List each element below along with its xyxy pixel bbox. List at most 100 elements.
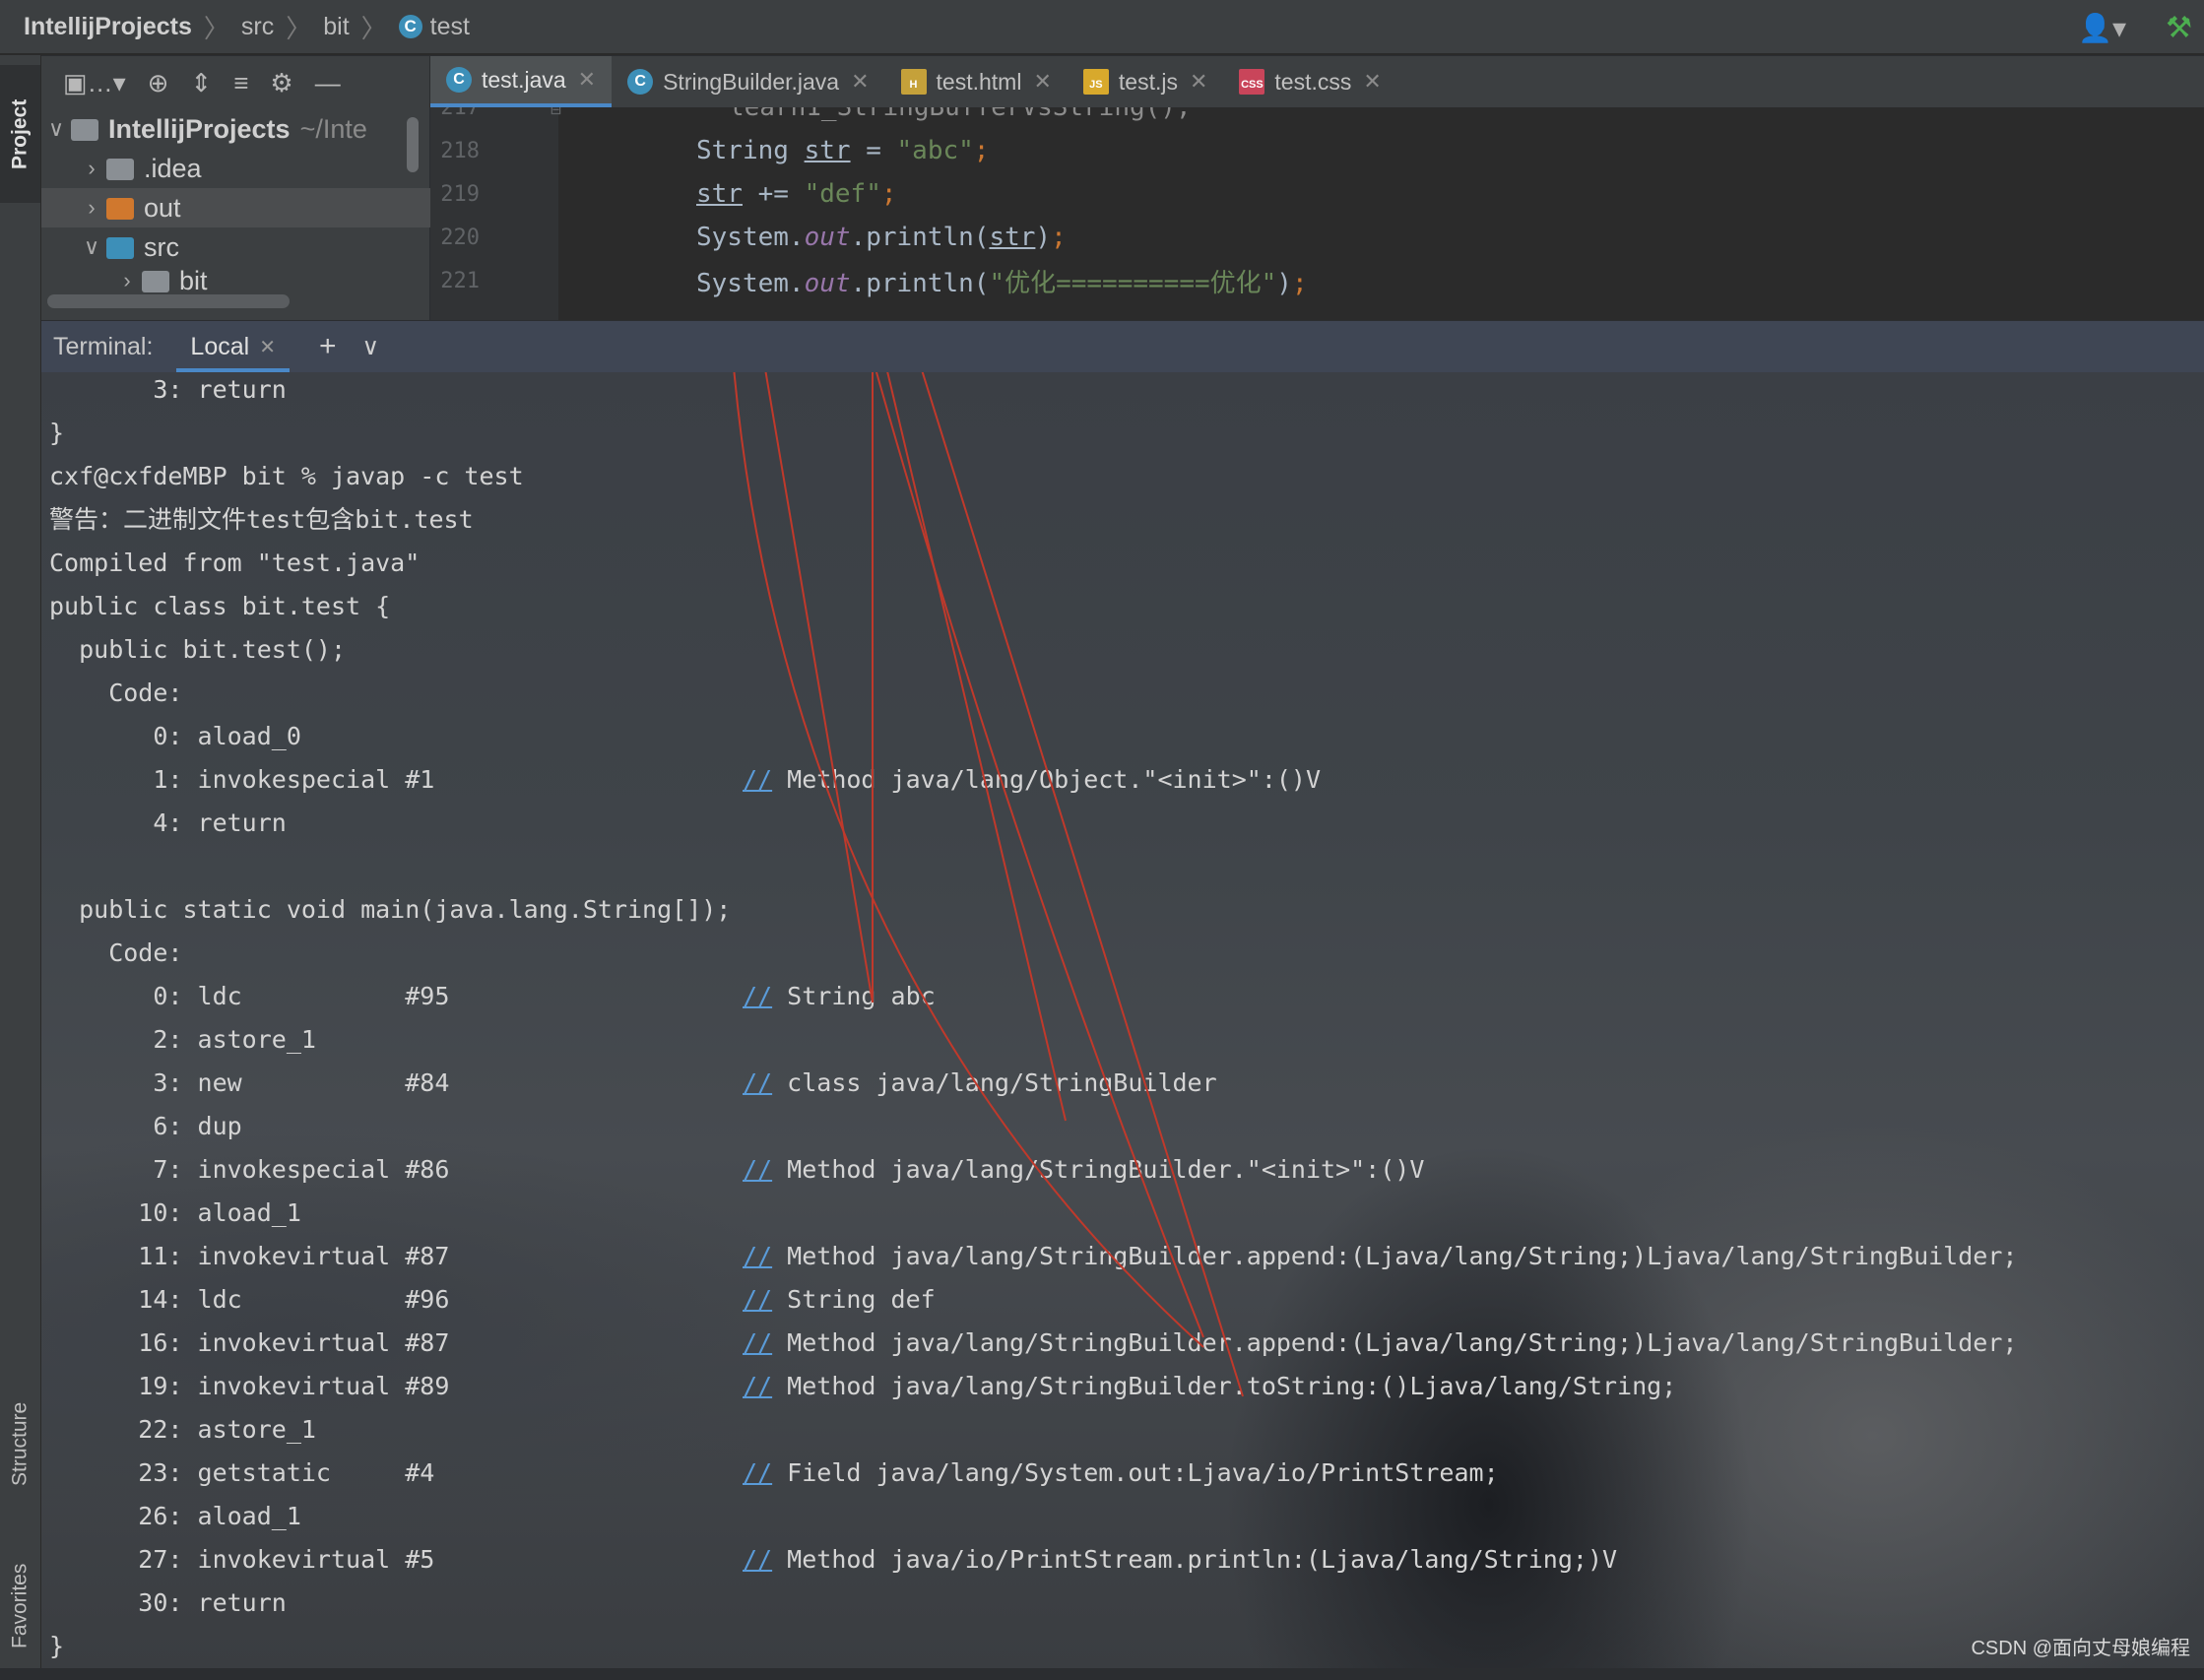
add-terminal-icon[interactable]: + — [319, 330, 337, 363]
terminal-line: 2: astore_1 — [49, 1025, 316, 1054]
close-icon[interactable]: ✕ — [851, 69, 869, 95]
close-icon[interactable]: ✕ — [1363, 69, 1381, 95]
tree-item-idea[interactable]: › .idea — [41, 149, 429, 188]
close-icon[interactable]: ✕ — [1190, 69, 1207, 95]
terminal-line: 11: invokevirtual #87 — [49, 1242, 450, 1270]
tree-item-out[interactable]: › out — [41, 188, 435, 227]
chevron-right-icon[interactable]: › — [112, 268, 142, 293]
bytecode-comment: // Method java/lang/StringBuilder."<init… — [743, 1148, 1424, 1192]
horizontal-scrollbar[interactable] — [47, 294, 290, 308]
tab-label: test.html — [936, 68, 1022, 95]
tab-test-java[interactable]: C test.java ✕ — [430, 56, 613, 107]
line-number: 217 — [440, 107, 480, 120]
bytecode-comment: // Method java/io/PrintStream.println:(L… — [743, 1538, 1617, 1582]
close-icon[interactable]: ✕ — [259, 335, 276, 359]
code-editor[interactable]: ⊟ 217 learn1_StringBufferVsString(); 218… — [430, 107, 2204, 320]
comment-text: Method java/lang/StringBuilder.append:(L… — [787, 1328, 2018, 1357]
chevron-down-icon[interactable]: ∨ — [361, 333, 379, 361]
tab-stringbuilder-java[interactable]: C StringBuilder.java ✕ — [612, 56, 884, 107]
breadcrumb-src[interactable]: src — [241, 13, 274, 41]
project-tool-tab[interactable]: Project — [0, 65, 40, 203]
tab-test-css[interactable]: CSS test.css ✕ — [1223, 56, 1396, 107]
chevron-right-icon[interactable]: › — [77, 156, 106, 181]
breadcrumb-separator: 〉 — [203, 13, 229, 43]
terminal-tab-label: Local — [190, 332, 250, 360]
java-class-icon: C — [446, 67, 472, 93]
close-icon[interactable]: ✕ — [1033, 69, 1051, 95]
hide-icon[interactable]: — — [315, 68, 341, 98]
terminal-line: 6: dup — [49, 1112, 242, 1140]
code-line: 217 learn1_StringBufferVsString(); — [430, 107, 2204, 129]
folder-icon — [106, 237, 134, 259]
favorites-tool-tab[interactable]: Favorites — [0, 1532, 40, 1680]
comment-slash: // — [743, 982, 773, 1010]
bytecode-comment: // Method java/lang/StringBuilder.append… — [743, 1322, 2017, 1365]
tree-item-bit[interactable]: › bit — [41, 267, 429, 294]
comment-text: Method java/io/PrintStream.println:(Ljav… — [787, 1545, 1618, 1574]
tab-test-js[interactable]: JS test.js ✕ — [1068, 56, 1224, 107]
terminal-line: } — [49, 1632, 65, 1660]
expand-all-icon[interactable]: ⇕ — [190, 68, 212, 98]
terminal-line: 警告：二进制文件test包含bit.test — [49, 505, 474, 534]
vertical-scrollbar[interactable] — [407, 117, 419, 172]
css-file-icon: CSS — [1239, 69, 1265, 95]
terminal-line: 0: ldc #95 — [49, 982, 450, 1010]
terminal-line: } — [49, 419, 65, 447]
tree-item-src[interactable]: ∨ src — [41, 227, 429, 267]
nav-right-actions: 👤▾ ⚒ — [2078, 0, 2204, 55]
comment-text: Method java/lang/StringBuilder.toString:… — [787, 1372, 1677, 1400]
breadcrumb-bit[interactable]: bit — [323, 13, 349, 41]
comment-text: String abc — [787, 982, 936, 1010]
comment-text: class java/lang/StringBuilder — [787, 1068, 1217, 1097]
gear-icon[interactable]: ⚙ — [270, 68, 292, 98]
comment-text: Field java/lang/System.out:Ljava/io/Prin… — [787, 1458, 1499, 1487]
line-number: 221 — [440, 268, 480, 293]
comment-slash: // — [743, 1242, 773, 1270]
close-icon[interactable]: ✕ — [578, 67, 596, 93]
terminal-line: Code: — [49, 938, 183, 967]
folder-icon — [106, 198, 134, 220]
breadcrumb-separator: 〉 — [286, 13, 312, 43]
chevron-down-icon[interactable]: ∨ — [41, 116, 71, 142]
terminal-output[interactable]: 3: return} cxf@cxfdeMBP bit % javap -c te… — [41, 372, 2204, 1668]
chevron-right-icon[interactable]: › — [77, 195, 106, 221]
breadcrumb-separator: 〉 — [360, 13, 387, 43]
terminal-tab-local[interactable]: Local ✕ — [176, 321, 290, 372]
build-hammer-icon[interactable]: ⚒ — [2166, 11, 2192, 45]
breadcrumb-project[interactable]: IntellijProjects — [24, 13, 192, 41]
terminal-title: Terminal: — [53, 332, 154, 360]
bytecode-comment: // class java/lang/StringBuilder — [743, 1062, 1217, 1105]
tree-item-label: .idea — [144, 153, 202, 183]
locate-icon[interactable]: ⊕ — [148, 68, 169, 98]
line-number: 219 — [440, 181, 480, 207]
view-mode-icon[interactable]: ▣…▾ — [63, 68, 126, 98]
user-account-icon[interactable]: 👤▾ — [2078, 12, 2126, 44]
annotation-line-abc — [764, 372, 874, 1003]
tab-label: test.js — [1118, 68, 1178, 95]
editor-tabs: C test.java ✕ C StringBuilder.java ✕ H t… — [430, 56, 2204, 107]
collapse-all-icon[interactable]: ≡ — [233, 68, 248, 98]
folder-icon — [71, 119, 98, 141]
tab-test-html[interactable]: H test.html ✕ — [885, 56, 1068, 107]
comment-text: Method java/lang/StringBuilder.append:(L… — [787, 1242, 2018, 1270]
terminal-line: public bit.test(); — [49, 635, 347, 664]
comment-text: String def — [787, 1285, 936, 1314]
breadcrumb-test[interactable]: C test — [398, 13, 470, 41]
terminal-line: 1: invokespecial #1 — [49, 765, 435, 794]
bytecode-comment: // String abc — [743, 975, 936, 1018]
comment-slash: // — [743, 1155, 773, 1184]
tab-label: StringBuilder.java — [663, 68, 840, 95]
tree-root[interactable]: ∨ IntellijProjects ~/Inte — [41, 109, 429, 149]
chevron-down-icon[interactable]: ∨ — [77, 234, 106, 260]
html-file-icon: H — [900, 69, 927, 95]
terminal-line: public static void main(java.lang.String… — [49, 895, 732, 924]
terminal-line: 26: aload_1 — [49, 1502, 301, 1530]
terminal-line: 19: invokevirtual #89 — [49, 1372, 450, 1400]
structure-tool-tab[interactable]: Structure — [0, 1355, 40, 1532]
comment-slash: // — [743, 1372, 773, 1400]
package-icon — [142, 271, 169, 292]
terminal-line: 0: aload_0 — [49, 722, 301, 750]
bytecode-comment: // Method java/lang/StringBuilder.append… — [743, 1235, 2017, 1278]
terminal-line: public class bit.test { — [49, 592, 391, 620]
terminal-line: Compiled from "test.java" — [49, 549, 421, 577]
